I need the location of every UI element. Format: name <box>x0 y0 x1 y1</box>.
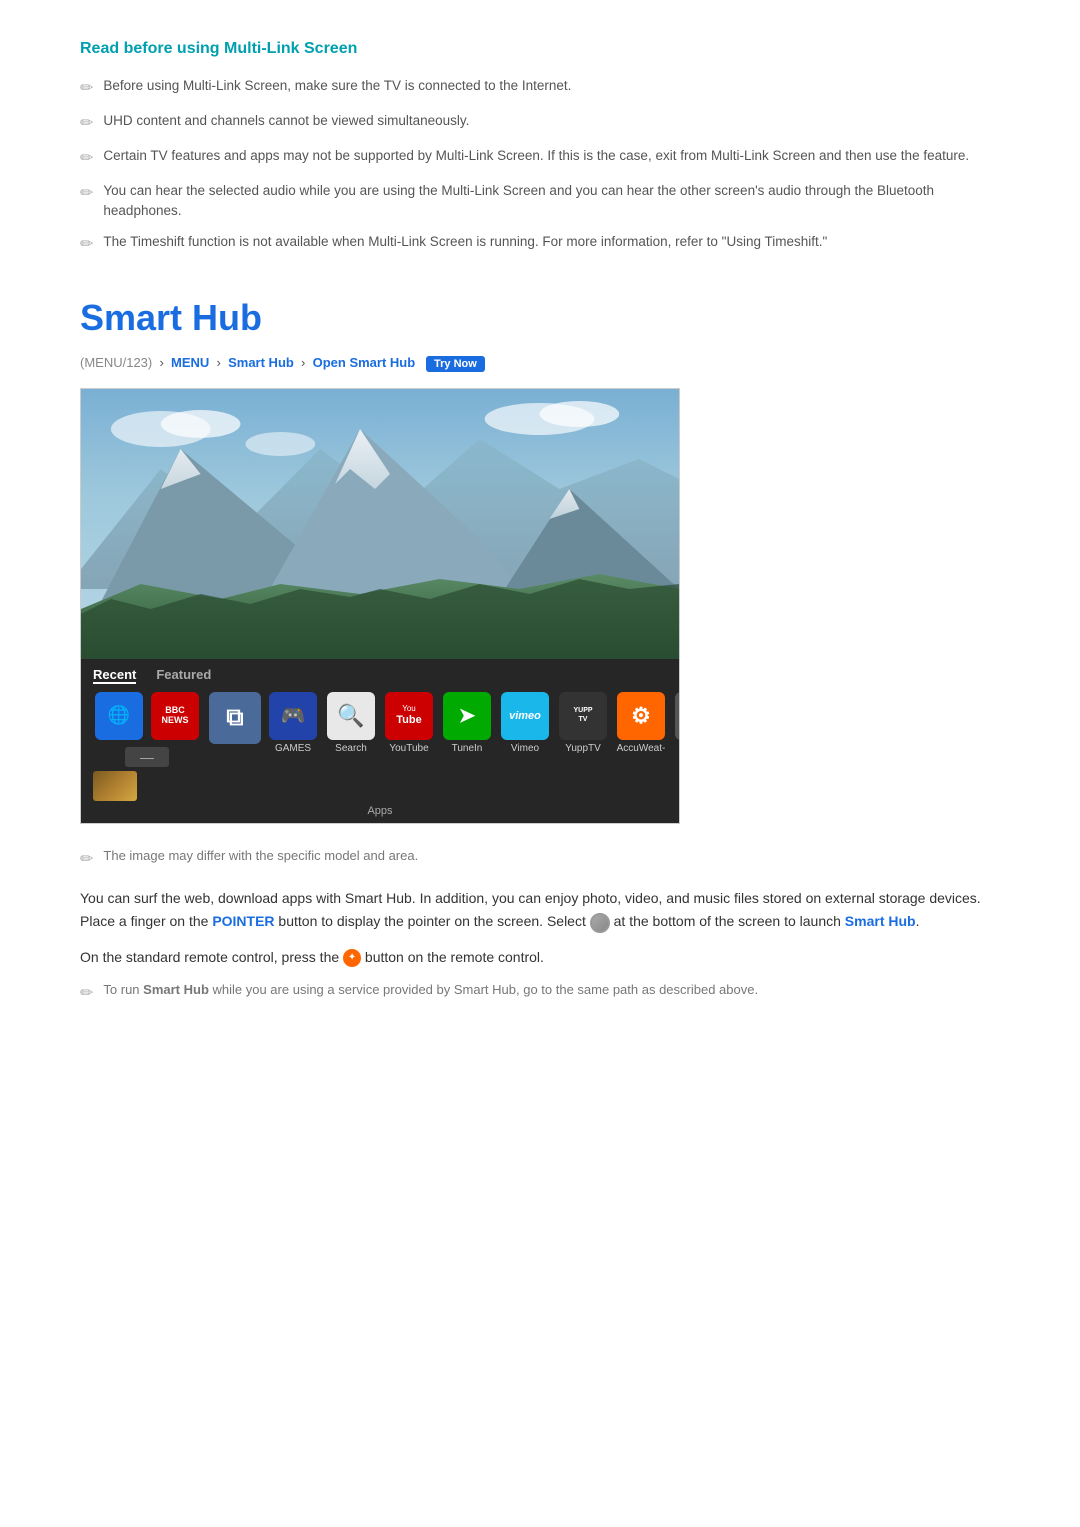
app-accuweather[interactable]: ⚙ AccuWeat- <box>615 692 667 754</box>
note-list: ✏ Before using Multi-Link Screen, make s… <box>80 76 1000 257</box>
note-text-5: The Timeshift function is not available … <box>103 232 827 252</box>
mountain-svg <box>81 389 679 659</box>
app-multilink[interactable]: ⧉ <box>209 692 261 747</box>
app-search-icon: 🔍 <box>327 692 375 740</box>
search-magnifier-icon: 🔍 <box>337 703 364 729</box>
app-accuweather-icon: ⚙ <box>617 692 665 740</box>
app-games-label: GAMES <box>275 743 311 754</box>
image-note-text: The image may differ with the specific m… <box>103 848 418 863</box>
read-before-section: Read before using Multi-Link Screen ✏ Be… <box>80 40 1000 257</box>
note-text-4: You can hear the selected audio while yo… <box>103 181 1000 222</box>
hub-tab-recent[interactable]: Recent <box>93 667 136 684</box>
app-yupptv-label: YuppTV <box>565 743 601 754</box>
bottom-note: ✏ To run Smart Hub while you are using a… <box>80 982 1000 1003</box>
app-games-icon: 🎮 <box>269 692 317 740</box>
app-search[interactable]: 🔍 Search <box>325 692 377 754</box>
youtube-you-text: You <box>402 705 416 713</box>
body-text-2b: button on the remote control. <box>361 949 544 965</box>
try-now-badge[interactable]: Try Now <box>426 356 485 372</box>
app-youtube-icon: You Tube <box>385 692 433 740</box>
note-item-4: ✏ You can hear the selected audio while … <box>80 181 1000 222</box>
hub-apps-row: 🌐 BBCNEWS — <box>93 692 667 801</box>
app-tunein[interactable]: ➤ TuneIn <box>441 692 493 754</box>
note-icon-1: ✏ <box>80 77 93 101</box>
bottom-note-text: To run Smart Hub while you are using a s… <box>103 982 758 997</box>
app-yupptv-icon: YUPPTV <box>559 692 607 740</box>
smart-hub-title: Smart Hub <box>80 297 1000 339</box>
app-bbc-icon: BBCNEWS <box>151 692 199 740</box>
app-search-label: Search <box>335 743 367 754</box>
app-remove-icon[interactable]: — <box>125 747 169 767</box>
note-text-3: Certain TV features and apps may not be … <box>103 146 969 166</box>
note-icon-4: ✏ <box>80 182 93 206</box>
app-mycon-label: MY CON <box>679 743 680 754</box>
app-tunein-icon: ➤ <box>443 692 491 740</box>
apps-label-row: Apps <box>93 805 667 817</box>
smart-hub-link-1[interactable]: Smart Hub <box>845 913 916 929</box>
bottom-note-icon: ✏ <box>80 983 93 1003</box>
app-web[interactable]: 🌐 <box>93 692 145 743</box>
note-item-2: ✏ UHD content and channels cannot be vie… <box>80 111 1000 136</box>
breadcrumb: (MENU/123) › MENU › Smart Hub › Open Sma… <box>80 355 1000 370</box>
app-tunein-label: TuneIn <box>452 743 483 754</box>
breadcrumb-menu: MENU <box>171 355 209 370</box>
smart-hub-link-2[interactable]: Smart Hub <box>143 982 209 997</box>
app-multilink-icon: ⧉ <box>209 692 261 744</box>
note-item-1: ✏ Before using Multi-Link Screen, make s… <box>80 76 1000 101</box>
hub-bar: Recent Featured 🌐 BBCNEWS <box>81 659 679 823</box>
remote-button-icon: ✦ <box>343 949 361 967</box>
apps-center-label: Apps <box>367 805 392 817</box>
smart-hub-launch-icon <box>590 913 610 933</box>
app-mycon[interactable]: 🗂 MY CON <box>673 692 680 754</box>
app-yupptv[interactable]: YUPPTV YuppTV <box>557 692 609 754</box>
vimeo-text: vimeo <box>509 710 541 722</box>
app-mycon-icon: 🗂 <box>675 692 680 740</box>
app-accuweather-label: AccuWeat- <box>617 743 666 754</box>
app-thumbnail <box>93 771 137 801</box>
image-note: ✏ The image may differ with the specific… <box>80 848 1000 869</box>
app-vimeo-icon: vimeo <box>501 692 549 740</box>
note-text-1: Before using Multi-Link Screen, make sur… <box>103 76 571 96</box>
image-note-icon: ✏ <box>80 849 93 869</box>
breadcrumb-smart-hub: Smart Hub <box>228 355 294 370</box>
note-icon-5: ✏ <box>80 233 93 257</box>
app-youtube[interactable]: You Tube YouTube <box>383 692 435 754</box>
note-icon-3: ✏ <box>80 147 93 171</box>
note-item-5: ✏ The Timeshift function is not availabl… <box>80 232 1000 257</box>
app-youtube-label: YouTube <box>389 743 428 754</box>
hub-tab-featured[interactable]: Featured <box>156 667 211 684</box>
app-web-icon: 🌐 <box>95 692 143 740</box>
pointer-link[interactable]: POINTER <box>212 913 274 929</box>
body-text-2a: On the standard remote control, press th… <box>80 949 343 965</box>
note-item-3: ✏ Certain TV features and apps may not b… <box>80 146 1000 171</box>
breadcrumb-open-smart-hub: Open Smart Hub <box>313 355 416 370</box>
note-icon-2: ✏ <box>80 112 93 136</box>
left-apps-group: 🌐 BBCNEWS — <box>93 692 201 801</box>
smart-hub-section: Smart Hub (MENU/123) › MENU › Smart Hub … <box>80 297 1000 1003</box>
app-remove-row: — <box>93 747 201 767</box>
tv-background <box>81 389 679 659</box>
youtube-tube-text: Tube <box>393 713 424 727</box>
body-text-1d: . <box>916 913 920 929</box>
yupptv-text: YUPPTV <box>573 707 592 724</box>
body-paragraph-1: You can surf the web, download apps with… <box>80 887 1000 935</box>
app-vimeo[interactable]: vimeo Vimeo <box>499 692 551 754</box>
app-vimeo-label: Vimeo <box>511 743 539 754</box>
body-text-1b: button to display the pointer on the scr… <box>275 913 590 929</box>
breadcrumb-menu-code: (MENU/123) <box>80 355 152 370</box>
note-text-2: UHD content and channels cannot be viewe… <box>103 111 469 131</box>
tv-screenshot: Recent Featured 🌐 BBCNEWS <box>80 388 680 824</box>
left-apps-top: 🌐 BBCNEWS <box>93 692 201 743</box>
hub-tabs: Recent Featured <box>93 667 667 684</box>
read-before-title: Read before using Multi-Link Screen <box>80 40 1000 58</box>
app-games[interactable]: 🎮 GAMES <box>267 692 319 754</box>
app-bbc[interactable]: BBCNEWS <box>149 692 201 743</box>
body-text-1c: at the bottom of the screen to launch <box>610 913 845 929</box>
body-paragraph-2: On the standard remote control, press th… <box>80 946 1000 970</box>
